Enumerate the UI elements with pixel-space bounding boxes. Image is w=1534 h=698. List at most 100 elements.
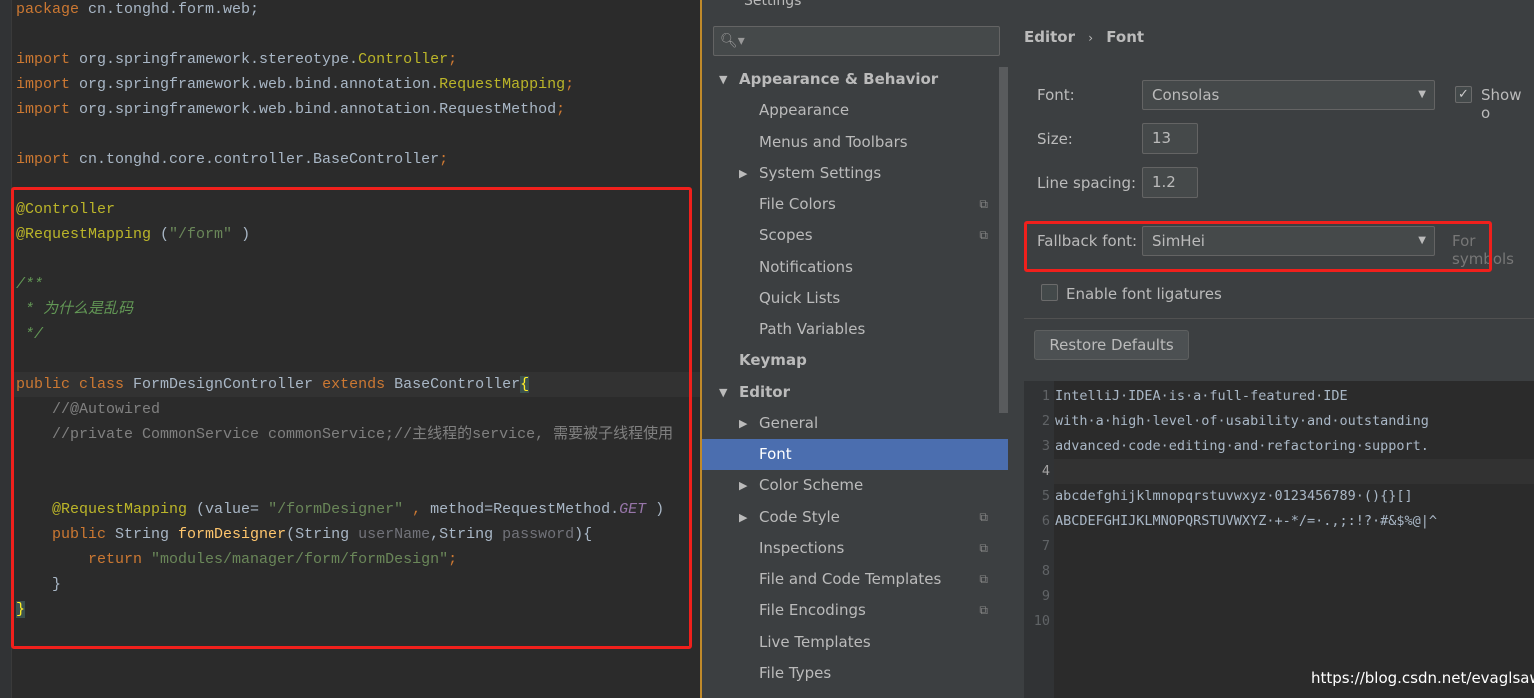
expand-down-icon[interactable]: ▼ <box>719 64 727 95</box>
tree-item-label: Inspections <box>759 538 845 557</box>
highlight-box-fallback <box>1024 221 1492 272</box>
code-token: RequestMapping <box>439 76 566 93</box>
code-token: ; <box>448 51 458 68</box>
code-line: import org.springframework.stereotype.Co… <box>16 47 457 72</box>
ligatures-checkbox[interactable] <box>1041 284 1058 301</box>
breadcrumb-parent[interactable]: Editor <box>1024 28 1075 46</box>
code-token: import <box>16 51 80 68</box>
code-token: org.springframework.web.bind.annotation. <box>79 76 440 93</box>
settings-dialog: Settings 🔍︎▾ ▼ Appearance & Behavior Appea… <box>700 0 1534 698</box>
tree-item-notifications[interactable]: Notifications <box>702 252 1008 283</box>
tree-item-label: Color Scheme <box>759 476 864 495</box>
tree-item-scopes[interactable]: Scopes ⧉ <box>702 220 1008 251</box>
tree-item-font[interactable]: Font <box>702 439 1008 470</box>
tree-item-label: System Settings <box>759 163 882 182</box>
tree-item-label: Quick Lists <box>759 288 841 307</box>
expand-right-icon[interactable]: ▶ <box>739 502 747 533</box>
size-input[interactable]: 13 <box>1142 123 1198 154</box>
breadcrumb-current: Font <box>1106 28 1145 46</box>
tree-item-appearance[interactable]: Appearance <box>702 95 1008 126</box>
code-editor[interactable]: package cn.tonghd.form.web; import org.sp… <box>0 0 700 698</box>
code-token: ; <box>565 76 575 93</box>
tree-item-label: Live Templates <box>759 632 871 651</box>
tree-item-file-and-code-templates[interactable]: File and Code Templates ⧉ <box>702 564 1008 595</box>
preview-text: ABCDEFGHIJKLMNOPQRSTUVWXYZ·+-*/=·.,;:!?·… <box>1055 513 1438 529</box>
tree-item-system-settings[interactable]: ▶ System Settings <box>702 158 1008 189</box>
code-line: import org.springframework.web.bind.anno… <box>16 97 565 122</box>
code-line: package cn.tonghd.form.web; <box>16 0 259 22</box>
line-number: 5 <box>1041 488 1050 504</box>
tree-item-inspections[interactable]: Inspections ⧉ <box>702 533 1008 564</box>
code-token: Controller <box>358 51 449 68</box>
preview-text: with·a·high·level·of·usability·and·outst… <box>1055 413 1429 429</box>
code-line: import cn.tonghd.core.controller.BaseCon… <box>16 147 448 172</box>
tree-item-color-scheme[interactable]: ▶ Color Scheme <box>702 470 1008 501</box>
tree-item-keymap[interactable]: Keymap <box>702 345 1008 376</box>
tree-item-label: Scopes <box>759 226 813 245</box>
line-number: 3 <box>1041 438 1050 454</box>
line-number: 1 <box>1041 388 1050 404</box>
tree-item-appearance-behavior[interactable]: ▼ Appearance & Behavior <box>702 64 1008 95</box>
tree-item-label: Appearance <box>759 101 850 120</box>
breadcrumb-separator: › <box>1088 31 1094 45</box>
line-number: 7 <box>1041 538 1050 554</box>
expand-down-icon[interactable]: ▼ <box>719 377 727 408</box>
font-label: Font: <box>1037 86 1075 104</box>
tree-item-file-colors[interactable]: File Colors ⧉ <box>702 189 1008 220</box>
preview-current-line <box>1054 459 1534 484</box>
title-bar: Settings <box>702 0 1534 14</box>
font-preview[interactable]: 1 IntelliJ·IDEA·is·a·full-featured·IDE 2 wi… <box>1024 381 1534 698</box>
expand-right-icon[interactable]: ▶ <box>739 408 747 439</box>
line-number: 9 <box>1041 588 1050 604</box>
settings-search-input[interactable]: 🔍︎▾ <box>713 26 1000 56</box>
tree-item-menus-and-toolbars[interactable]: Menus and Toolbars <box>702 127 1008 158</box>
tree-item-code-style[interactable]: ▶ Code Style ⧉ <box>702 502 1008 533</box>
tree-item-label: Editor <box>739 382 790 401</box>
tree-item-label: File Colors <box>759 195 836 213</box>
chevron-down-icon: ▼ <box>1418 89 1426 100</box>
preview-text: abcdefghijklmnopqrstuvwxyz·0123456789·()… <box>1055 488 1413 504</box>
tree-item-file-encodings[interactable]: File Encodings ⧉ <box>702 595 1008 626</box>
tree-item-live-templates[interactable]: Live Templates <box>702 627 1008 658</box>
project-scope-icon: ⧉ <box>979 572 988 586</box>
code-token: cn.tonghd.core.controller.BaseController <box>79 151 440 168</box>
show-only-label: Show o <box>1481 86 1522 122</box>
show-only-monospaced-checkbox[interactable]: ✓ <box>1455 86 1472 103</box>
tree-item-label: General <box>759 413 819 432</box>
preview-line: 6 ABCDEFGHIJKLMNOPQRSTUVWXYZ·+-*/=·.,;:!?… <box>1024 509 1437 534</box>
restore-defaults-button[interactable]: Restore Defaults <box>1034 330 1189 360</box>
code-token: package <box>16 1 89 18</box>
tree-item-label: Path Variables <box>759 320 866 338</box>
preview-line: 4 <box>1024 459 1055 484</box>
line-number: 10 <box>1033 613 1050 629</box>
expand-right-icon[interactable]: ▶ <box>739 158 747 189</box>
tree-item-editor[interactable]: ▼ Editor <box>702 377 1008 408</box>
line-number: 8 <box>1041 563 1050 579</box>
project-scope-icon: ⧉ <box>979 197 988 211</box>
tree-item-file-types[interactable]: File Types <box>702 658 1008 689</box>
code-token: ; <box>556 101 566 118</box>
line-number: 4 <box>1041 463 1050 479</box>
tree-scrollbar[interactable] <box>999 67 1008 413</box>
tree-item-path-variables[interactable]: Path Variables <box>702 314 1008 345</box>
code-line: import org.springframework.web.bind.anno… <box>16 72 574 97</box>
code-token: org.springframework.web.bind.annotation.… <box>79 101 557 118</box>
project-scope-icon: ⧉ <box>979 509 988 524</box>
tree-item-label: Keymap <box>739 351 807 370</box>
tree-item-quick-lists[interactable]: Quick Lists <box>702 283 1008 314</box>
tree-item-general[interactable]: ▶ General <box>702 408 1008 439</box>
breadcrumb: Editor › Font <box>1024 28 1144 46</box>
code-token: import <box>16 151 80 168</box>
expand-right-icon[interactable]: ▶ <box>739 470 747 501</box>
line-spacing-label: Line spacing: <box>1037 174 1137 192</box>
divider <box>1024 318 1534 319</box>
preview-line: 3 advanced·code·editing·and·refactoring·s… <box>1024 434 1429 459</box>
preview-text: IntelliJ·IDEA·is·a·full-featured·IDE <box>1055 388 1348 404</box>
line-spacing-input[interactable]: 1.2 <box>1142 167 1198 198</box>
project-scope-icon: ⧉ <box>979 228 988 243</box>
code-token: org.springframework.stereotype. <box>79 51 359 68</box>
preview-text: advanced·code·editing·and·refactoring·su… <box>1055 438 1429 454</box>
tree-item-label: Menus and Toolbars <box>759 132 908 151</box>
font-combo[interactable]: Consolas ▼ <box>1142 80 1435 110</box>
project-scope-icon: ⧉ <box>979 603 988 618</box>
